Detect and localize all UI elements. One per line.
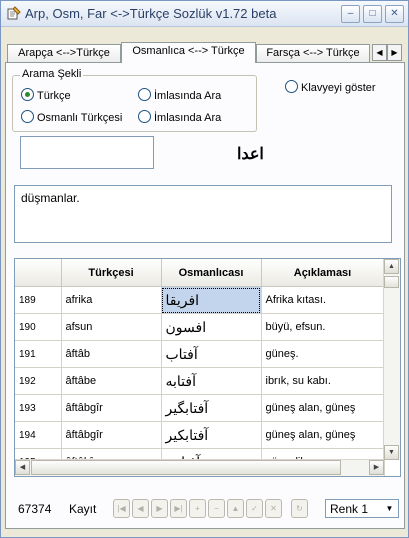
ottoman-cell[interactable]: آفتاب (161, 340, 262, 368)
scroll-thumb[interactable] (384, 276, 399, 288)
tab-label: Arapça <-->Türkçe (18, 47, 110, 59)
ottoman-cell[interactable]: آفتابه (161, 367, 262, 395)
search-mode-legend: Arama Şekli (20, 68, 84, 80)
row-index-cell[interactable]: 189 (15, 286, 62, 314)
radio-dot-icon (138, 88, 151, 101)
ottoman-cell[interactable]: آفتابكير (161, 421, 262, 449)
turkish-cell[interactable]: âftâbe (61, 367, 162, 395)
search-input[interactable] (20, 136, 154, 169)
ottoman-cell[interactable]: افريقا (161, 286, 262, 314)
radio-dot-icon (21, 88, 34, 101)
radio-label: Osmanlı Türkçesi (37, 112, 123, 124)
col-header-ottoman[interactable]: Osmanlıcası (161, 259, 262, 287)
color-select[interactable]: Renk 1 ▼ (325, 499, 399, 518)
scroll-right-icon[interactable]: ▶ (369, 460, 384, 475)
results-grid[interactable]: Türkçesi Osmanlıcası Açıklaması 189 afrik… (14, 258, 401, 477)
description-cell[interactable]: ibrık, su kabı. (261, 367, 385, 395)
radio-dot-icon (285, 80, 298, 93)
scroll-up-icon[interactable]: ▲ (384, 259, 399, 274)
row-index-cell[interactable]: 192 (15, 367, 62, 395)
table-body: 189 afrika افريقا Afrika kıtası. 190 afsun افس… (15, 286, 385, 476)
nav-last-icon[interactable]: ▶| (170, 499, 187, 518)
radio-ottoman-turkish[interactable]: Osmanlı Türkçesi (21, 110, 122, 124)
chevron-down-icon[interactable]: ▼ (382, 501, 397, 516)
title-bar[interactable]: Arp, Osm, Far <->Türkçe Sozlük v1.72 bet… (1, 1, 408, 27)
turkish-cell[interactable]: âftâb (61, 340, 162, 368)
table-row[interactable]: 189 afrika افريقا Afrika kıtası. (15, 286, 385, 314)
description-cell[interactable]: güneş. (261, 340, 385, 368)
turkish-cell[interactable]: afrika (61, 286, 162, 314)
ottoman-cell[interactable]: افسون (161, 313, 262, 341)
horizontal-scrollbar[interactable]: ◀ ▶ (15, 459, 384, 476)
row-index-cell[interactable]: 194 (15, 421, 62, 449)
nav-edit-icon[interactable]: ▲ (227, 499, 244, 518)
tab-scroll-right-icon[interactable]: ▶ (387, 44, 402, 61)
table-row[interactable]: 190 afsun افسون büyü, efsun. (15, 313, 385, 341)
col-header-turkish[interactable]: Türkçesi (61, 259, 162, 287)
vertical-scrollbar[interactable]: ▲ ▼ (383, 259, 400, 460)
close-button[interactable]: ✕ (385, 5, 404, 23)
radio-dot-icon (138, 110, 151, 123)
keyboard-toggle-radio[interactable]: Klavyeyi göster (285, 80, 376, 94)
tab-persian-turkish[interactable]: Farsça <--> Türkçe (256, 44, 370, 62)
scroll-left-icon[interactable]: ◀ (15, 460, 30, 475)
description-cell[interactable]: Afrika kıtası. (261, 286, 385, 314)
description-cell[interactable]: büyü, efsun. (261, 313, 385, 341)
turkish-cell[interactable]: afsun (61, 313, 162, 341)
nav-prev-icon[interactable]: ◀ (132, 499, 149, 518)
arabic-word-display: اعدا (237, 146, 264, 163)
nav-post-icon[interactable]: ✓ (246, 499, 263, 518)
color-select-value: Renk 1 (330, 502, 369, 516)
tab-scroll-left-icon[interactable]: ◀ (372, 44, 387, 61)
table-row[interactable]: 194 âftâbgîr آفتابكير güneş alan, güneş (15, 421, 385, 449)
tab-ottoman-turkish[interactable]: Osmanlıca <--> Türkçe (121, 42, 256, 63)
minimize-button[interactable]: ‒ (341, 5, 360, 23)
nav-next-icon[interactable]: ▶ (151, 499, 168, 518)
turkish-cell[interactable]: âftâbgîr (61, 394, 162, 422)
nav-insert-icon[interactable]: + (189, 499, 206, 518)
row-index-cell[interactable]: 193 (15, 394, 62, 422)
record-count: 67374 (18, 502, 52, 516)
tab-arabic-turkish[interactable]: Arapça <-->Türkçe (7, 44, 121, 62)
nav-first-icon[interactable]: |◀ (113, 499, 130, 518)
radio-label: İmlasında Ara (154, 90, 222, 102)
col-header-index[interactable] (15, 259, 62, 287)
tab-label: Farsça <--> Türkçe (266, 47, 360, 59)
col-header-description[interactable]: Açıklaması (261, 259, 385, 287)
window-title: Arp, Osm, Far <->Türkçe Sozlük v1.72 bet… (25, 6, 277, 21)
results-table: Türkçesi Osmanlıcası Açıklaması 189 afrik… (15, 259, 385, 476)
radio-spelling-search-1[interactable]: İmlasında Ara (138, 88, 221, 102)
table-row[interactable]: 191 âftâb آفتاب güneş. (15, 340, 385, 368)
scroll-thumb-horizontal[interactable] (31, 460, 341, 475)
table-row[interactable]: 192 âftâbe آفتابه ibrık, su kabı. (15, 367, 385, 395)
maximize-button[interactable]: □ (363, 5, 382, 23)
radio-label: İmlasında Ara (154, 112, 222, 124)
row-index-cell[interactable]: 190 (15, 313, 62, 341)
radio-dot-icon (21, 110, 34, 123)
description-cell[interactable]: güneş alan, güneş (261, 421, 385, 449)
ottoman-cell[interactable]: آفتابگير (161, 394, 262, 422)
record-label: Kayıt (69, 502, 97, 516)
description-cell[interactable]: güneş alan, güneş (261, 394, 385, 422)
radio-label: Türkçe (37, 90, 71, 102)
keyboard-toggle-label: Klavyeyi göster (301, 82, 376, 94)
app-icon (7, 6, 21, 20)
meaning-textbox[interactable]: düşmanlar. (14, 185, 392, 243)
radio-turkish[interactable]: Türkçe (21, 88, 71, 102)
turkish-cell[interactable]: âftâbgîr (61, 421, 162, 449)
scroll-down-icon[interactable]: ▼ (384, 445, 399, 460)
nav-delete-icon[interactable]: − (208, 499, 225, 518)
nav-cancel-icon[interactable]: ✕ (265, 499, 282, 518)
table-row[interactable]: 193 âftâbgîr آفتابگير güneş alan, güneş (15, 394, 385, 422)
app-window: Arp, Osm, Far <->Türkçe Sozlük v1.72 bet… (0, 0, 409, 538)
row-index-cell[interactable]: 191 (15, 340, 62, 368)
tab-strip: Arapça <-->Türkçe Osmanlıca <--> Türkçe … (5, 42, 405, 63)
radio-spelling-search-2[interactable]: İmlasında Ara (138, 110, 221, 124)
table-header-row: Türkçesi Osmanlıcası Açıklaması (15, 259, 385, 287)
tab-label: Osmanlıca <--> Türkçe (132, 45, 245, 57)
nav-refresh-icon[interactable]: ↻ (291, 499, 308, 518)
